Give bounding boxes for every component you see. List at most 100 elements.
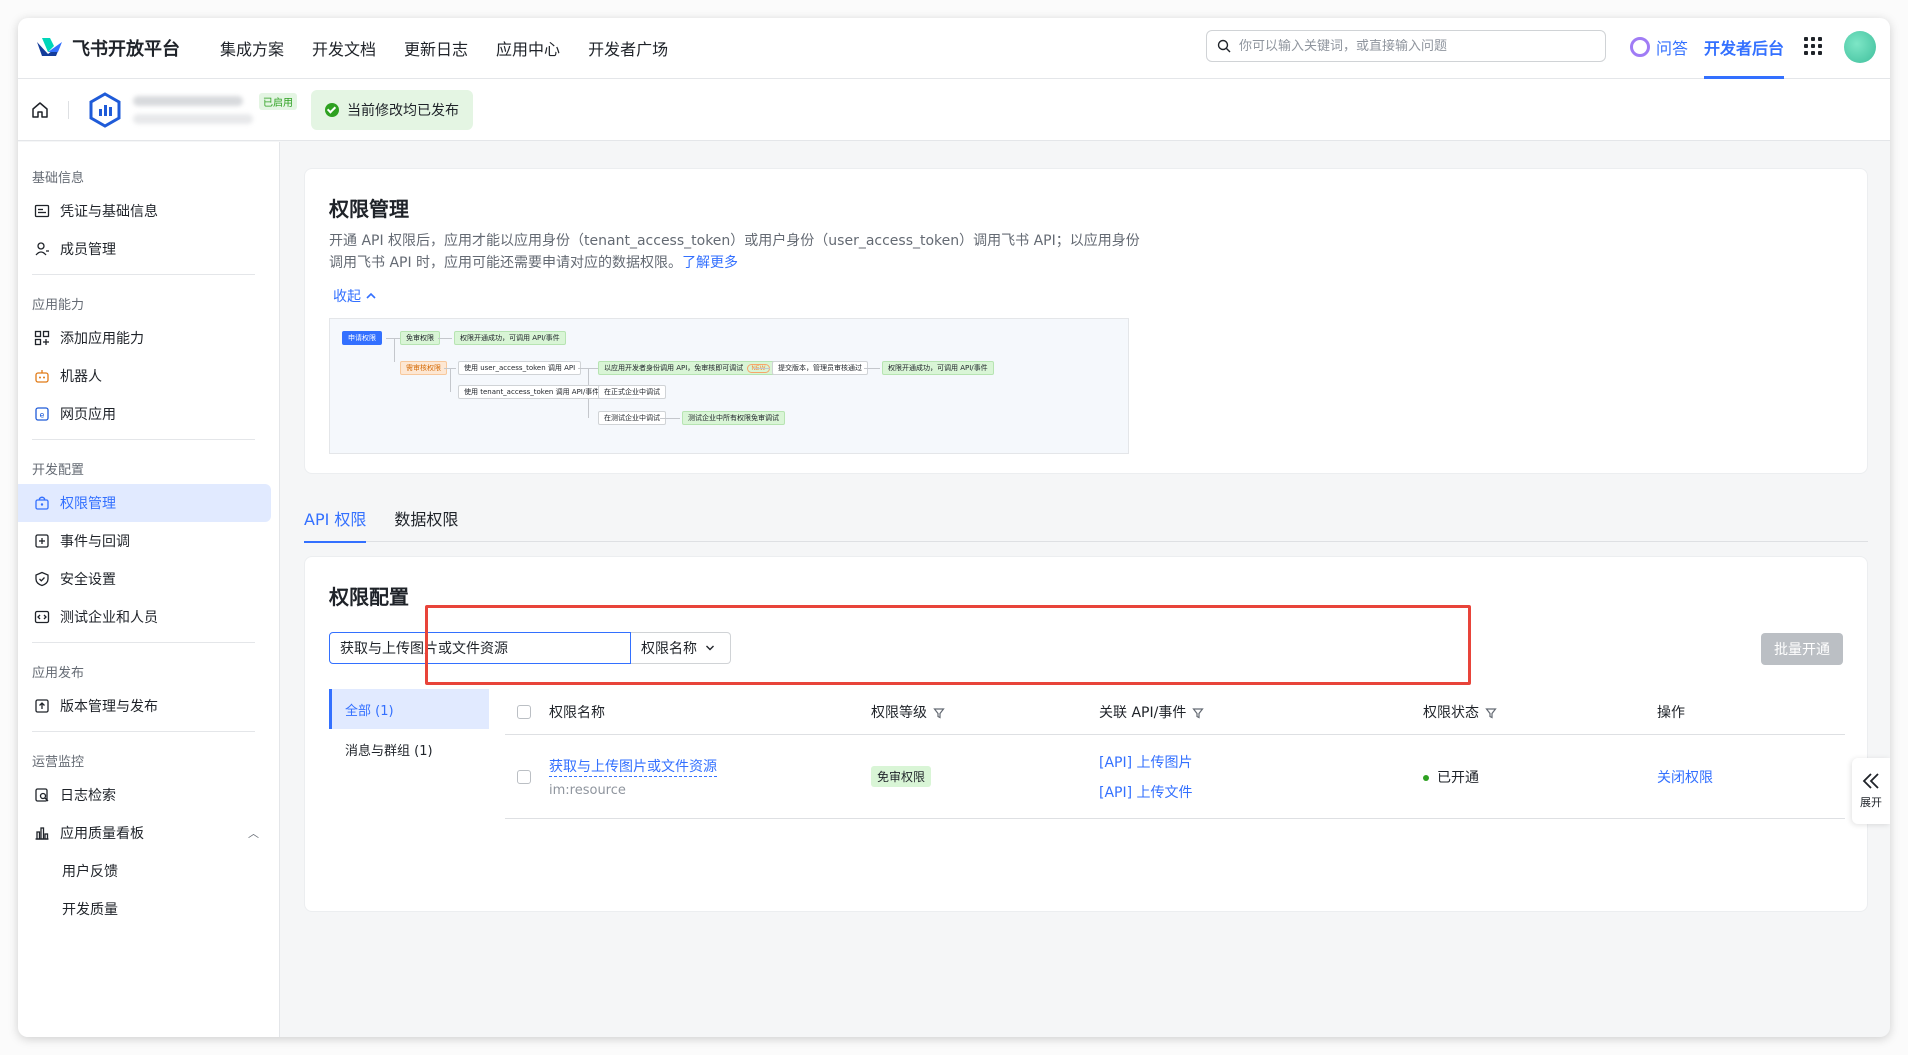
sidebar-item-test-tenant[interactable]: 测试企业和人员 bbox=[18, 598, 271, 636]
filter-row: 权限名称 bbox=[329, 632, 1843, 664]
user-avatar[interactable] bbox=[1844, 31, 1876, 63]
flow-dev-debug: 以应用开发者身份调用 API，免审核即可调试NEW bbox=[598, 361, 776, 375]
flow-submit: 提交版本，管理员审核通过 bbox=[772, 361, 868, 375]
permission-name-link[interactable]: 获取与上传图片或文件资源 bbox=[549, 756, 717, 777]
flow-test-free: 测试企业中所有权限免审调试 bbox=[682, 411, 785, 425]
nav-item-dev-plaza[interactable]: 开发者广场 bbox=[588, 36, 668, 60]
apps-grid-icon[interactable] bbox=[1804, 37, 1822, 55]
category-messages[interactable]: 消息与群组 (1) bbox=[329, 729, 489, 769]
col-header-action: 操作 bbox=[1657, 704, 1685, 721]
shield-icon bbox=[35, 571, 49, 587]
publish-status-banner: 当前修改均已发布 bbox=[311, 89, 473, 130]
search-input[interactable] bbox=[1239, 38, 1579, 54]
select-all-checkbox[interactable] bbox=[517, 704, 531, 719]
permission-tabs: API 权限 数据权限 bbox=[304, 506, 1868, 543]
tab-data-permissions[interactable]: 数据权限 bbox=[394, 506, 458, 542]
qa-label: 问答 bbox=[1656, 39, 1689, 58]
filter-icon[interactable] bbox=[933, 707, 945, 719]
app-window: 飞书开放平台 集成方案 开发文档 更新日志 应用中心 开发者广场 问答 开发者后… bbox=[18, 18, 1890, 1037]
home-icon[interactable] bbox=[30, 100, 50, 120]
sidebar-item-bot[interactable]: 机器人 bbox=[18, 357, 271, 395]
flow-apply: 申请权限 bbox=[342, 331, 382, 345]
sidebar-item-events[interactable]: 事件与回调 bbox=[18, 522, 271, 560]
sidebar-item-members[interactable]: 成员管理 bbox=[18, 230, 271, 268]
flow-free-done: 权限开通成功，可调用 API/事件 bbox=[454, 331, 566, 345]
col-header-api: 关联 API/事件 bbox=[1099, 702, 1423, 722]
nav-item-solutions[interactable]: 集成方案 bbox=[220, 36, 284, 60]
sidebar-item-permissions[interactable]: 权限管理 bbox=[18, 484, 271, 522]
top-navbar: 飞书开放平台 集成方案 开发文档 更新日志 应用中心 开发者广场 问答 开发者后… bbox=[18, 18, 1890, 79]
qa-link[interactable]: 问答 bbox=[1630, 35, 1688, 59]
page-title: 权限管理 bbox=[329, 197, 409, 221]
bar-chart-icon bbox=[35, 827, 49, 840]
permission-search-input[interactable] bbox=[329, 632, 631, 664]
permission-level-tag: 免审权限 bbox=[871, 766, 932, 787]
category-list: 全部 (1) 消息与群组 (1) bbox=[329, 689, 489, 769]
config-title: 权限配置 bbox=[329, 585, 409, 609]
sidebar-item-dev-quality[interactable]: 开发质量 bbox=[18, 890, 271, 928]
double-chevron-left-icon bbox=[1862, 773, 1879, 789]
sidebar-item-feedback[interactable]: 用户反馈 bbox=[18, 852, 271, 890]
sidebar-item-webapp[interactable]: e 网页应用 bbox=[18, 395, 271, 433]
flow-test: 在测试企业中调试 bbox=[598, 411, 666, 425]
col-header-name: 权限名称 bbox=[549, 704, 605, 721]
web-app-icon: e bbox=[35, 407, 49, 421]
apps-add-icon bbox=[34, 330, 50, 346]
sidebar-group-dev-config: 开发配置 bbox=[32, 463, 85, 478]
app-icon bbox=[89, 91, 121, 128]
filter-icon[interactable] bbox=[1192, 707, 1205, 719]
header-divider bbox=[68, 100, 69, 119]
qa-icon bbox=[1630, 37, 1650, 57]
col-header-level: 权限等级 bbox=[871, 702, 1099, 722]
sidebar-item-log-search[interactable]: 日志检索 bbox=[18, 776, 271, 814]
api-link-upload-file[interactable]: [API] 上传文件 bbox=[1099, 782, 1423, 802]
global-search bbox=[1206, 30, 1606, 62]
nav-item-app-center[interactable]: 应用中心 bbox=[496, 36, 560, 60]
sidebar-item-security[interactable]: 安全设置 bbox=[18, 560, 271, 598]
nav-item-changelog[interactable]: 更新日志 bbox=[404, 36, 468, 60]
category-all[interactable]: 全部 (1) bbox=[329, 689, 489, 729]
sidebar: 基础信息 凭证与基础信息 成员管理 应用能力 添加应用能力 机器人 e 网页应用… bbox=[18, 142, 280, 1037]
close-permission-button[interactable]: 关闭权限 bbox=[1657, 770, 1713, 786]
nav-item-docs[interactable]: 开发文档 bbox=[312, 36, 376, 60]
sidebar-item-quality-board[interactable]: 应用质量看板 ︿ bbox=[18, 814, 271, 852]
chevron-up-icon[interactable]: ︿ bbox=[248, 825, 259, 841]
user-icon bbox=[35, 242, 49, 256]
sidebar-group-capabilities: 应用能力 bbox=[32, 298, 85, 313]
dev-console-link[interactable]: 开发者后台 bbox=[1704, 18, 1785, 79]
svg-text:e: e bbox=[40, 411, 45, 420]
api-link-upload-image[interactable]: [API] 上传图片 bbox=[1099, 752, 1423, 772]
col-header-status: 权限状态 bbox=[1423, 702, 1657, 722]
log-search-icon bbox=[35, 788, 49, 802]
row-checkbox[interactable] bbox=[517, 769, 531, 784]
permission-status: 已开通 bbox=[1423, 767, 1657, 787]
status-dot-icon bbox=[1423, 774, 1429, 781]
sidebar-item-credentials[interactable]: 凭证与基础信息 bbox=[18, 192, 271, 230]
permission-config-card: 权限配置 权限名称 批量开通 全部 (1) 消息与群组 (1) 权限名称 权限等… bbox=[304, 556, 1868, 912]
sidebar-item-add-capability[interactable]: 添加应用能力 bbox=[18, 319, 271, 357]
filter-icon[interactable] bbox=[1485, 707, 1497, 719]
code-box-icon bbox=[34, 610, 50, 624]
brand-title: 飞书开放平台 bbox=[72, 39, 180, 60]
brand-logo[interactable]: 飞书开放平台 bbox=[34, 35, 180, 61]
enabled-badge: 已启用 bbox=[259, 93, 297, 110]
permission-table: 权限名称 权限等级 关联 API/事件 权限状态 操作 获取与上传图片或文件资源… bbox=[505, 689, 1845, 819]
feishu-logo-icon bbox=[37, 38, 62, 56]
bulk-enable-button[interactable]: 批量开通 bbox=[1761, 633, 1843, 665]
publish-status-text: 当前修改均已发布 bbox=[347, 102, 459, 119]
collapse-toggle[interactable]: 收起 bbox=[333, 286, 377, 306]
check-circle-icon bbox=[325, 102, 339, 117]
sidebar-group-monitoring: 运营监控 bbox=[32, 755, 85, 770]
learn-more-link[interactable]: 了解更多 bbox=[682, 255, 738, 271]
permission-scope: im:resource bbox=[549, 782, 626, 798]
flow-formal: 在正式企业中调试 bbox=[598, 385, 666, 399]
search-field-select[interactable]: 权限名称 bbox=[631, 632, 731, 664]
tab-api-permissions[interactable]: API 权限 bbox=[304, 506, 367, 543]
expand-panel-button[interactable]: 展开 bbox=[1852, 758, 1890, 824]
flow-free: 免审权限 bbox=[400, 331, 440, 345]
permission-intro-card: 权限管理 开通 API 权限后，应用才能以应用身份（tenant_access_… bbox=[304, 168, 1868, 474]
robot-icon bbox=[35, 370, 49, 383]
app-name-redacted bbox=[133, 95, 253, 124]
sidebar-item-versions[interactable]: 版本管理与发布 bbox=[18, 687, 271, 725]
permission-flow-diagram: 申请权限 免审权限 权限开通成功，可调用 API/事件 需审核权限 使用 use… bbox=[329, 318, 1129, 454]
